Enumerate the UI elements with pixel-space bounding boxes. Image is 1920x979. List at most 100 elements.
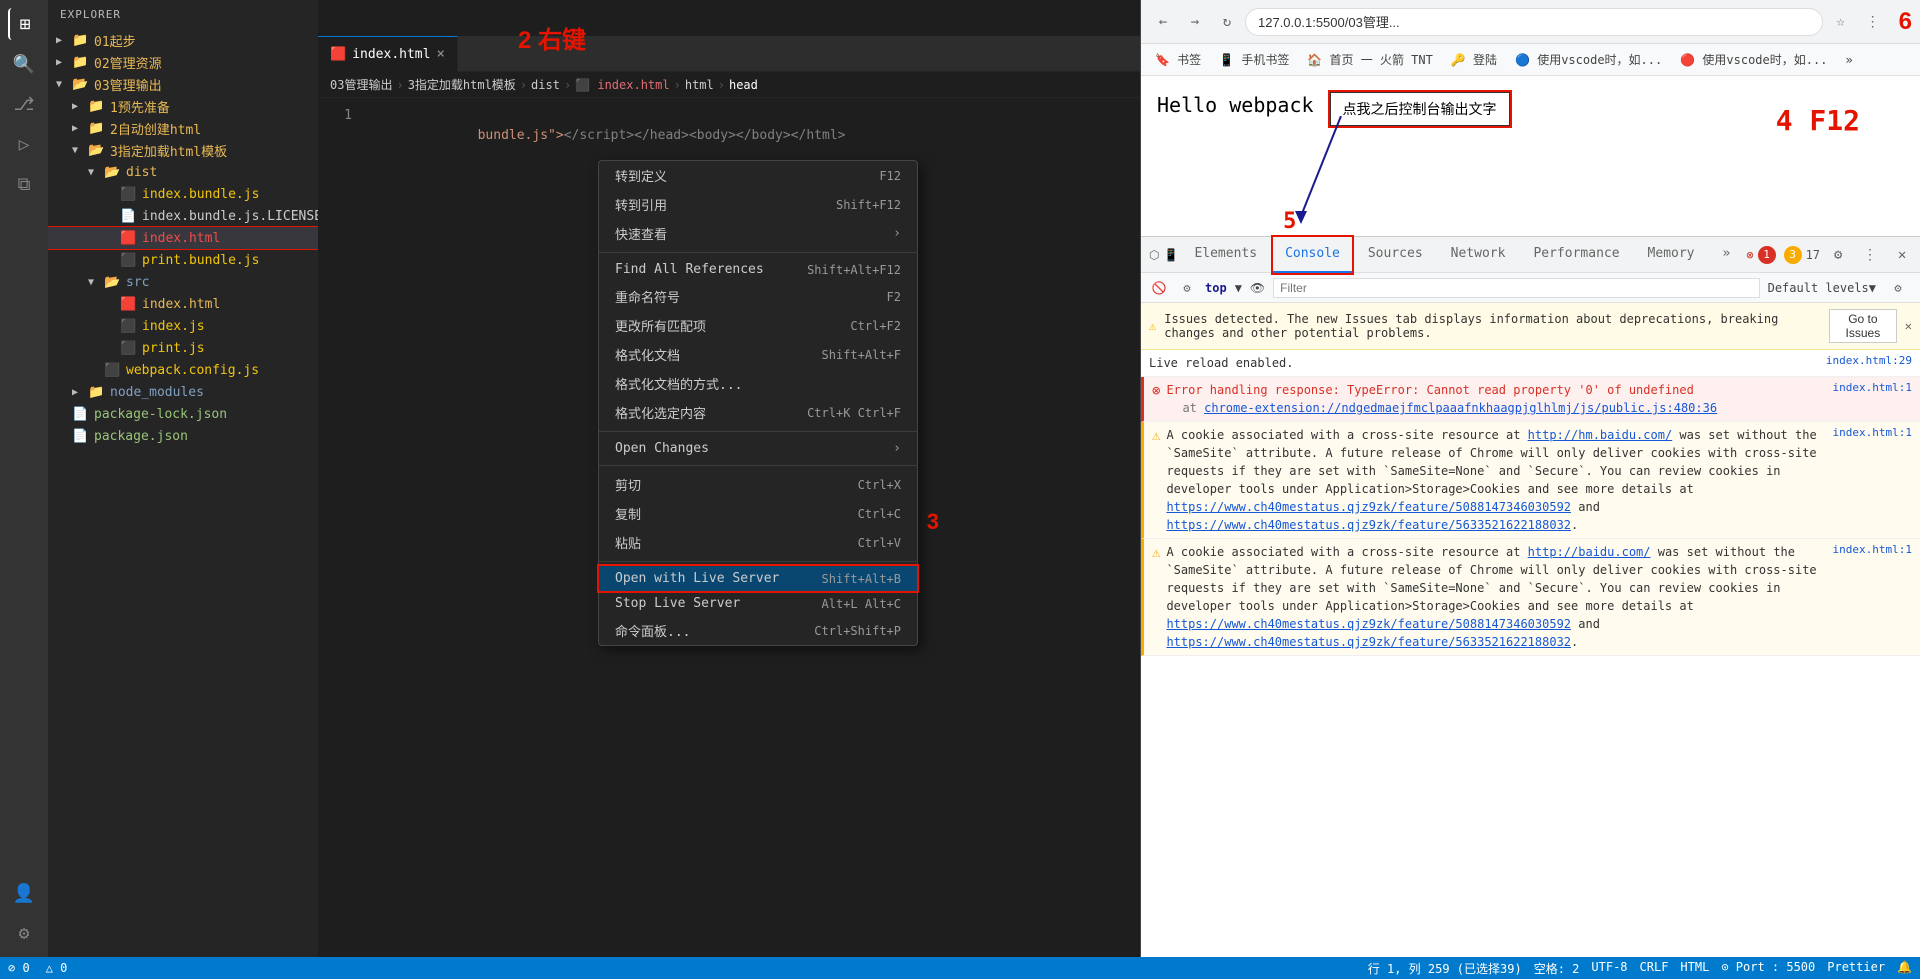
- bookmark-vscode1[interactable]: 🔵 使用vscode时，如...: [1509, 49, 1668, 70]
- console-messages[interactable]: Live reload enabled. index.html:29 ⊗ Err…: [1141, 350, 1920, 656]
- devtools-mobile-icon[interactable]: 📱: [1163, 241, 1178, 269]
- bookmark-login[interactable]: 🔑 登陆: [1445, 49, 1503, 70]
- tree-item-webpackconfig[interactable]: ⬛ webpack.config.js: [48, 359, 318, 381]
- menu-stop-live-server[interactable]: Stop Live Server Alt+L Alt+C: [599, 591, 917, 616]
- menu-cut[interactable]: 剪切 Ctrl+X: [599, 470, 917, 499]
- bookmark-shqian[interactable]: 🔖 书签: [1149, 49, 1207, 70]
- bookmark-mobile[interactable]: 📱 手机书签: [1213, 49, 1295, 70]
- msg-warn2-source[interactable]: index.html:1: [1833, 543, 1912, 556]
- status-prettier[interactable]: Prettier: [1827, 960, 1885, 977]
- menu-copy[interactable]: 复制 Ctrl+C: [599, 499, 917, 528]
- source-control-icon[interactable]: ⎇: [8, 88, 40, 120]
- explorer-icon[interactable]: ⊞: [8, 8, 40, 40]
- menu-goto-ref[interactable]: 转到引用 Shift+F12: [599, 190, 917, 219]
- tree-item-src[interactable]: ▼ 📂 src: [48, 271, 318, 293]
- menu-format-selection[interactable]: 格式化选定内容 Ctrl+K Ctrl+F: [599, 398, 917, 427]
- menu-change-all[interactable]: 更改所有匹配项 Ctrl+F2: [599, 311, 917, 340]
- status-errors[interactable]: ⊘ 0: [8, 961, 30, 975]
- tree-item-printbundle[interactable]: ⬛ print.bundle.js: [48, 249, 318, 271]
- menu-find-all-ref[interactable]: Find All References Shift+Alt+F12: [599, 257, 917, 282]
- devtools-cursor-icon[interactable]: ⬡: [1149, 241, 1159, 269]
- console-settings2-icon[interactable]: ⚙: [1884, 274, 1912, 302]
- tree-item-3specify[interactable]: ▼ 📂 3指定加载html模板: [48, 139, 318, 161]
- bookmark-star-icon[interactable]: ☆: [1827, 8, 1855, 36]
- msg-error-source[interactable]: index.html:1: [1833, 381, 1912, 394]
- tree-item-src-printjs[interactable]: ⬛ print.js: [48, 337, 318, 359]
- error-link[interactable]: chrome-extension://ndgedmaejfmclpaaafnkh…: [1204, 401, 1717, 415]
- tab-indexhtml[interactable]: 🟥 index.html ×: [318, 36, 458, 72]
- tree-item-03[interactable]: ▼ 📂 03管理输出: [48, 73, 318, 95]
- warn1-link3[interactable]: https://www.ch40mestatus.qjz9zk/feature/…: [1166, 518, 1571, 532]
- console-levels[interactable]: Default levels ▼: [1768, 281, 1876, 295]
- console-clear-icon[interactable]: 🚫: [1149, 278, 1169, 298]
- tab-performance[interactable]: Performance: [1521, 237, 1631, 273]
- status-line-col[interactable]: 行 1, 列 259 (已选择39): [1368, 960, 1522, 977]
- bookmark-vscode2[interactable]: 🔴 使用vscode时，如...: [1674, 49, 1833, 70]
- menu-rename[interactable]: 重命名符号 F2: [599, 282, 917, 311]
- tab-more[interactable]: »: [1711, 237, 1743, 273]
- tree-item-01qibu[interactable]: ▶ 📁 01起步: [48, 29, 318, 51]
- console-eye-icon[interactable]: 👁: [1250, 281, 1265, 295]
- tree-item-packagejson[interactable]: 📄 package.json: [48, 425, 318, 447]
- tree-item-packagelock[interactable]: 📄 package-lock.json: [48, 403, 318, 425]
- msg-livereload-source[interactable]: index.html:29: [1826, 354, 1912, 367]
- tab-sources[interactable]: Sources: [1356, 237, 1435, 273]
- warn2-link3[interactable]: https://www.ch40mestatus.qjz9zk/feature/…: [1166, 635, 1571, 649]
- account-icon[interactable]: 👤: [8, 877, 40, 909]
- menu-command-palette[interactable]: 命令面板... Ctrl+Shift+P: [599, 616, 917, 645]
- status-warnings[interactable]: △ 0: [46, 961, 68, 975]
- devtools-close-icon[interactable]: ✕: [1888, 241, 1916, 269]
- console-filter-input[interactable]: [1273, 278, 1759, 298]
- tree-item-02[interactable]: ▶ 📁 02管理资源: [48, 51, 318, 73]
- warn2-link1[interactable]: http://baidu.com/: [1528, 545, 1651, 559]
- menu-open-live-server[interactable]: Open with Live Server Shift+Alt+B: [599, 566, 917, 591]
- warn1-link1[interactable]: http://hm.baidu.com/: [1528, 428, 1673, 442]
- tab-close-icon[interactable]: ×: [436, 46, 444, 62]
- browser-back-btn[interactable]: ←: [1149, 8, 1177, 36]
- status-language[interactable]: HTML: [1680, 960, 1709, 977]
- tree-item-indexhtml[interactable]: 🟥 index.html 1: [48, 227, 318, 249]
- devtools-dots-icon[interactable]: ⋮: [1856, 241, 1884, 269]
- tab-memory[interactable]: Memory: [1636, 237, 1707, 273]
- menu-paste[interactable]: 粘贴 Ctrl+V: [599, 528, 917, 557]
- search-icon[interactable]: 🔍: [8, 48, 40, 80]
- menu-format-doc[interactable]: 格式化文档 Shift+Alt+F: [599, 340, 917, 369]
- status-spaces[interactable]: 空格: 2: [1534, 960, 1580, 977]
- status-encoding[interactable]: UTF-8: [1591, 960, 1627, 977]
- tree-item-indexbundle[interactable]: ⬛ index.bundle.js: [48, 183, 318, 205]
- menu-quick-look[interactable]: 快速查看 ›: [599, 219, 917, 248]
- tree-item-src-indexhtml[interactable]: 🟥 index.html: [48, 293, 318, 315]
- debug-icon[interactable]: ▷: [8, 128, 40, 160]
- settings-icon[interactable]: ⚙: [8, 917, 40, 949]
- devtools-settings-icon[interactable]: ⚙: [1824, 241, 1852, 269]
- warn1-link2[interactable]: https://www.ch40mestatus.qjz9zk/feature/…: [1166, 500, 1571, 514]
- browser-menu-icon[interactable]: ⋮: [1859, 8, 1887, 36]
- address-bar[interactable]: [1245, 8, 1823, 36]
- status-bell-icon[interactable]: 🔔: [1897, 960, 1912, 977]
- status-line-ending[interactable]: CRLF: [1640, 960, 1669, 977]
- bookmark-more[interactable]: »: [1839, 51, 1858, 69]
- menu-format-doc-with[interactable]: 格式化文档的方式...: [599, 369, 917, 398]
- console-dropdown-icon[interactable]: ▼: [1235, 281, 1242, 295]
- menu-goto-def[interactable]: 转到定义 F12: [599, 161, 917, 190]
- tree-item-license[interactable]: 📄 index.bundle.js.LICENSE...: [48, 205, 318, 227]
- status-port[interactable]: ⊙ Port : 5500: [1721, 960, 1815, 977]
- warn2-link2[interactable]: https://www.ch40mestatus.qjz9zk/feature/…: [1166, 617, 1571, 631]
- go-to-issues-btn[interactable]: Go to Issues: [1829, 309, 1897, 343]
- tree-item-dist[interactable]: ▼ 📂 dist: [48, 161, 318, 183]
- tab-elements[interactable]: Elements: [1182, 237, 1269, 273]
- extensions-icon[interactable]: ⧉: [8, 168, 40, 200]
- menu-open-changes[interactable]: Open Changes ›: [599, 436, 917, 461]
- browser-refresh-btn[interactable]: ↻: [1213, 8, 1241, 36]
- tab-network[interactable]: Network: [1439, 237, 1518, 273]
- console-settings-icon[interactable]: ⚙: [1177, 278, 1197, 298]
- tree-item-src-indexjs[interactable]: ⬛ index.js: [48, 315, 318, 337]
- bookmark-home[interactable]: 🏠 首页 一 火箭 TNT: [1301, 49, 1439, 70]
- tree-item-2auto[interactable]: ▶ 📁 2自动创建html: [48, 117, 318, 139]
- tab-console[interactable]: Console 5: [1273, 237, 1352, 273]
- browser-forward-btn[interactable]: →: [1181, 8, 1209, 36]
- issues-close-btn[interactable]: ✕: [1905, 319, 1912, 333]
- tree-item-nodemodules[interactable]: ▶ 📁 node_modules: [48, 381, 318, 403]
- tree-item-1pre[interactable]: ▶ 📁 1预先准备: [48, 95, 318, 117]
- msg-warn1-source[interactable]: index.html:1: [1833, 426, 1912, 439]
